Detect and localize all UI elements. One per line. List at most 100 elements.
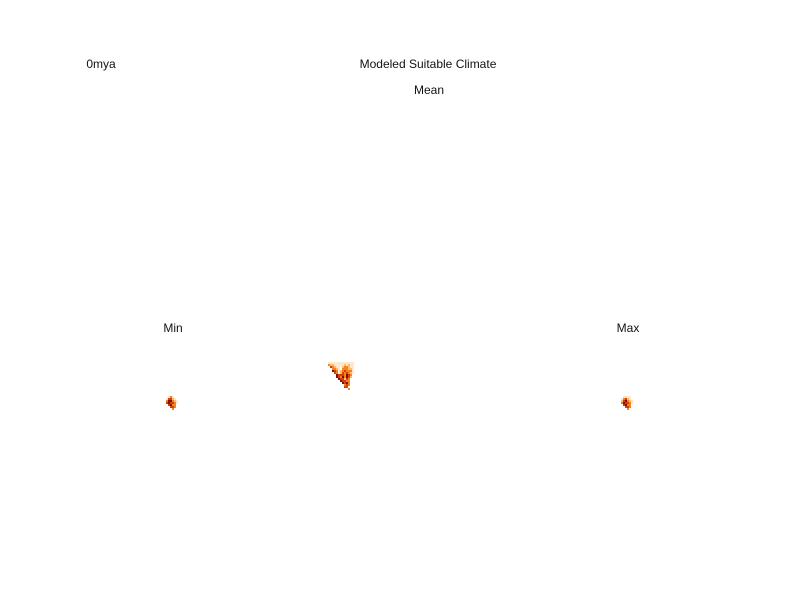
- min-cell: [172, 406, 174, 408]
- mean-cell: [334, 370, 336, 372]
- mean-cell: [348, 372, 350, 374]
- mean-cell: [352, 368, 354, 370]
- mean-cell: [346, 366, 348, 368]
- mean-cell: [352, 370, 354, 372]
- mean-cell: [342, 364, 344, 366]
- min-suitability-map: [166, 396, 178, 410]
- mean-cell: [344, 384, 346, 386]
- max-cell: [623, 402, 625, 404]
- min-cell: [172, 396, 174, 398]
- min-cell: [176, 402, 178, 404]
- mean-cell: [338, 364, 340, 366]
- max-suitability-map: [621, 396, 633, 410]
- mean-cell: [346, 364, 348, 366]
- max-cell: [627, 400, 629, 402]
- mean-cell: [340, 362, 342, 364]
- mean-cell: [348, 364, 350, 366]
- panel-label-min: Min: [163, 321, 183, 335]
- mean-cell: [344, 372, 346, 374]
- mean-cell: [332, 364, 334, 366]
- mean-suitability-map: [328, 362, 354, 390]
- time-period-label: 0mya: [86, 57, 116, 71]
- max-cell: [631, 400, 633, 402]
- mean-cell: [332, 362, 334, 364]
- max-cell: [627, 406, 629, 408]
- min-cell: [176, 400, 178, 402]
- min-cell: [172, 400, 174, 402]
- mean-cell: [348, 382, 350, 384]
- mean-cell: [342, 362, 344, 364]
- min-cell: [174, 404, 176, 406]
- mean-cell: [350, 364, 352, 366]
- mean-cell: [348, 362, 350, 364]
- mean-cell: [348, 366, 350, 368]
- mean-cell: [348, 370, 350, 372]
- mean-cell: [350, 366, 352, 368]
- mean-cell: [344, 380, 346, 382]
- mean-cell: [350, 362, 352, 364]
- mean-cell: [344, 368, 346, 370]
- max-cell: [625, 398, 627, 400]
- mean-cell: [328, 362, 330, 364]
- min-cell: [170, 404, 172, 406]
- min-cell: [168, 400, 170, 402]
- min-cell: [174, 402, 176, 404]
- mean-cell: [344, 376, 346, 378]
- mean-cell: [334, 364, 336, 366]
- mean-cell: [334, 368, 336, 370]
- max-cell: [621, 398, 623, 400]
- mean-cell: [336, 372, 338, 374]
- mean-cell: [352, 362, 354, 364]
- mean-cell: [352, 364, 354, 366]
- min-cell: [170, 396, 172, 398]
- mean-cell: [338, 374, 340, 376]
- mean-cell: [336, 376, 338, 378]
- mean-cell: [340, 372, 342, 374]
- mean-cell: [338, 368, 340, 370]
- mean-cell: [338, 376, 340, 378]
- max-cell: [623, 400, 625, 402]
- mean-cell: [352, 372, 354, 374]
- mean-cell: [336, 366, 338, 368]
- min-cell: [168, 404, 170, 406]
- max-cell: [623, 396, 625, 398]
- mean-cell: [350, 372, 352, 374]
- min-cell: [172, 404, 174, 406]
- max-cell: [629, 404, 631, 406]
- max-cell: [631, 402, 633, 404]
- mean-cell: [340, 380, 342, 382]
- max-cell: [629, 396, 631, 398]
- mean-cell: [350, 374, 352, 376]
- mean-cell: [342, 366, 344, 368]
- chart-title: Modeled Suitable Climate: [359, 57, 497, 71]
- mean-cell: [348, 378, 350, 380]
- mean-cell: [342, 370, 344, 372]
- mean-cell: [352, 366, 354, 368]
- mean-cell: [346, 382, 348, 384]
- mean-cell: [348, 380, 350, 382]
- min-cell: [166, 398, 168, 400]
- max-cell: [625, 396, 627, 398]
- max-cell: [629, 406, 631, 408]
- min-cell: [172, 402, 174, 404]
- mean-cell: [336, 370, 338, 372]
- mean-cell: [344, 378, 346, 380]
- mean-cell: [350, 376, 352, 378]
- max-cell: [625, 400, 627, 402]
- mean-cell: [330, 364, 332, 366]
- mean-cell: [348, 368, 350, 370]
- max-cell: [627, 396, 629, 398]
- max-cell: [629, 398, 631, 400]
- mean-cell: [350, 368, 352, 370]
- panel-label-max: Max: [616, 321, 640, 335]
- mean-cell: [336, 362, 338, 364]
- max-cell: [627, 408, 629, 410]
- mean-cell: [346, 380, 348, 382]
- max-cell: [625, 402, 627, 404]
- min-cell: [174, 406, 176, 408]
- min-cell: [166, 402, 168, 404]
- mean-cell: [342, 374, 344, 376]
- min-cell: [172, 408, 174, 410]
- mean-cell: [346, 368, 348, 370]
- mean-cell: [340, 370, 342, 372]
